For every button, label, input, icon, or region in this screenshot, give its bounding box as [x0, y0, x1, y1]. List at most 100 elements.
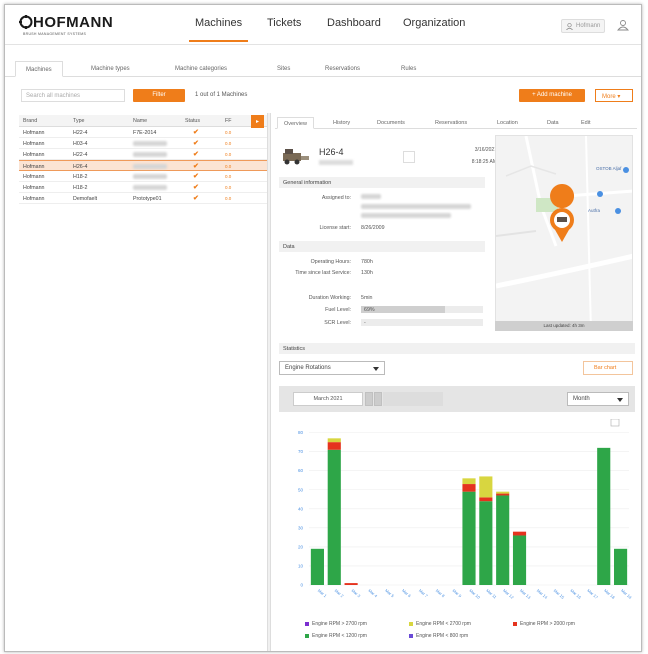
cell-name-redacted — [133, 164, 167, 169]
today-button[interactable] — [383, 392, 443, 406]
x-tick-label: Mar 11 — [485, 588, 498, 600]
bar-segment[interactable] — [327, 449, 341, 585]
subtab-reservations[interactable]: Reservations — [325, 66, 360, 72]
cell-brand: Hofmann — [23, 174, 45, 180]
operating-hours-label: Operating Hours: — [310, 259, 351, 265]
map-poi-marker — [615, 208, 621, 214]
status-check-icon: ✔ — [193, 129, 199, 136]
bar-segment[interactable] — [462, 484, 476, 492]
y-tick-label: 20 — [298, 544, 304, 549]
bar-segment[interactable] — [512, 531, 527, 536]
bar-segment[interactable] — [512, 535, 527, 585]
cell-brand: Hofmann — [23, 185, 45, 191]
bar-segment[interactable] — [462, 491, 476, 585]
bar-segment[interactable] — [479, 497, 493, 502]
x-tick-label: Mar 12 — [502, 588, 515, 600]
bar-segment[interactable] — [496, 495, 510, 585]
panel-resize-handle[interactable] — [267, 113, 271, 651]
detail-tabs: Overview History Documents Reservations … — [275, 117, 637, 129]
legend-item[interactable]: Engine RPM < 800 rpm — [409, 633, 468, 639]
logout-icon[interactable] — [617, 19, 629, 31]
nav-tickets[interactable]: Tickets — [267, 17, 301, 29]
brand-subtitle: BRUSH MANAGEMENT SYSTEMS — [23, 32, 87, 36]
status-check-icon: ✔ — [193, 163, 199, 170]
table-row[interactable]: Hofmann H18-2 ✔ 0.0 — [19, 182, 269, 193]
x-tick-label: Mar 7 — [418, 588, 430, 599]
tab-reservations[interactable]: Reservations — [435, 120, 467, 126]
col-header-name[interactable]: Name — [133, 118, 147, 124]
period-select[interactable]: Month — [567, 392, 629, 406]
table-collapse-button[interactable]: ▸ — [251, 115, 264, 128]
nav-dashboard[interactable]: Dashboard — [327, 17, 381, 29]
x-tick-label: Mar 5 — [384, 588, 396, 599]
month-picker[interactable]: March 2021 — [293, 392, 363, 406]
subtab-machine-categories[interactable]: Machine categories — [175, 66, 227, 72]
download-icon[interactable] — [610, 419, 620, 427]
legend-swatch — [409, 621, 413, 626]
bar-segment[interactable] — [327, 438, 341, 443]
tab-overview[interactable]: Overview — [277, 117, 314, 129]
scr-level-value: - — [364, 320, 366, 326]
user-name: Hofmann — [576, 23, 601, 29]
legend-label: Engine RPM < 1200 rpm — [312, 633, 367, 639]
col-header-brand[interactable]: Brand — [23, 118, 37, 124]
location-map[interactable]: OSTOB Aljaf Autfra — [495, 135, 633, 331]
bar-segment[interactable] — [327, 442, 341, 450]
table-row[interactable]: Hofmann H22-4 F7E-2014 ✔ 0.0 — [19, 127, 269, 138]
table-row[interactable]: Hofmann Demofaelt Prototype01 ✔ 0.0 — [19, 193, 269, 204]
tab-documents[interactable]: Documents — [377, 120, 405, 126]
col-header-ff[interactable]: FF — [225, 118, 231, 124]
subtab-rules[interactable]: Rules — [401, 66, 416, 72]
add-machine-button[interactable]: + Add machine — [519, 89, 585, 102]
table-row[interactable]: Hofmann H03-4 ✔ 0.0 — [19, 138, 269, 149]
col-header-status[interactable]: Status — [185, 118, 200, 124]
chevron-down-icon — [617, 398, 623, 402]
bar-segment[interactable] — [344, 583, 358, 585]
bar-chart-button[interactable]: Bar chart — [583, 361, 633, 375]
table-row[interactable]: Hofmann H22-4 ✔ 0.0 — [19, 149, 269, 160]
col-header-type[interactable]: Type — [73, 118, 84, 124]
table-row[interactable]: Hofmann H26-4 ✔ 0.0 — [19, 160, 269, 171]
statistic-type-select[interactable]: Engine Rotations — [279, 361, 385, 375]
tab-edit[interactable]: Edit — [581, 120, 590, 126]
prev-period-button[interactable] — [365, 392, 373, 406]
bar-segment[interactable] — [597, 447, 611, 585]
legend-item[interactable]: Engine RPM < 1200 rpm — [305, 633, 367, 639]
cell-ff: 0.0 — [225, 174, 232, 179]
user-menu[interactable]: Hofmann — [561, 19, 605, 33]
bar-segment[interactable] — [310, 548, 324, 585]
subtab-machines[interactable]: Machines — [15, 61, 63, 77]
tab-location[interactable]: Location — [497, 120, 518, 126]
last-update-date: 3/16/2021 — [474, 147, 497, 153]
x-tick-label: Mar 1 — [317, 588, 329, 599]
more-button[interactable]: More ▾ — [595, 89, 633, 102]
bar-segment[interactable] — [479, 476, 493, 498]
map-poi-marker — [597, 191, 603, 197]
legend-item[interactable]: Engine RPM < 2700 rpm — [409, 621, 471, 627]
bar-segment[interactable] — [462, 478, 476, 485]
legend-item[interactable]: Engine RPM > 2000 rpm — [513, 621, 575, 627]
tab-data[interactable]: Data — [547, 120, 559, 126]
subtab-machine-types[interactable]: Machine types — [91, 66, 130, 72]
logo-gear-icon — [19, 15, 33, 29]
search-input[interactable]: Search all machines — [21, 89, 125, 102]
nav-machines[interactable]: Machines — [188, 17, 249, 42]
subtab-sites[interactable]: Sites — [277, 66, 290, 72]
cell-ff: 0.0 — [225, 185, 232, 190]
map-label-2: Autfra — [588, 208, 601, 213]
legend-item[interactable]: Engine RPM > 2700 rpm — [305, 621, 367, 627]
nav-organization[interactable]: Organization — [403, 17, 465, 29]
x-tick-label: Mar 8 — [435, 588, 447, 599]
machine-location-pin[interactable] — [550, 184, 575, 242]
bar-segment[interactable] — [496, 491, 510, 494]
table-row[interactable]: Hofmann H18-2 ✔ 0.0 — [19, 171, 269, 182]
bar-segment[interactable] — [614, 548, 628, 585]
hofmann-logo[interactable]: HOFMANN BRUSH MANAGEMENT SYSTEMS — [19, 14, 113, 38]
legend-label: Engine RPM < 800 rpm — [416, 633, 469, 639]
assigned-to-line2-redacted — [361, 204, 471, 209]
next-period-button[interactable] — [374, 392, 382, 406]
bar-segment[interactable] — [479, 501, 493, 585]
filter-button[interactable]: Filter — [133, 89, 185, 102]
bar-segment[interactable] — [496, 493, 510, 496]
tab-history[interactable]: History — [333, 120, 350, 126]
